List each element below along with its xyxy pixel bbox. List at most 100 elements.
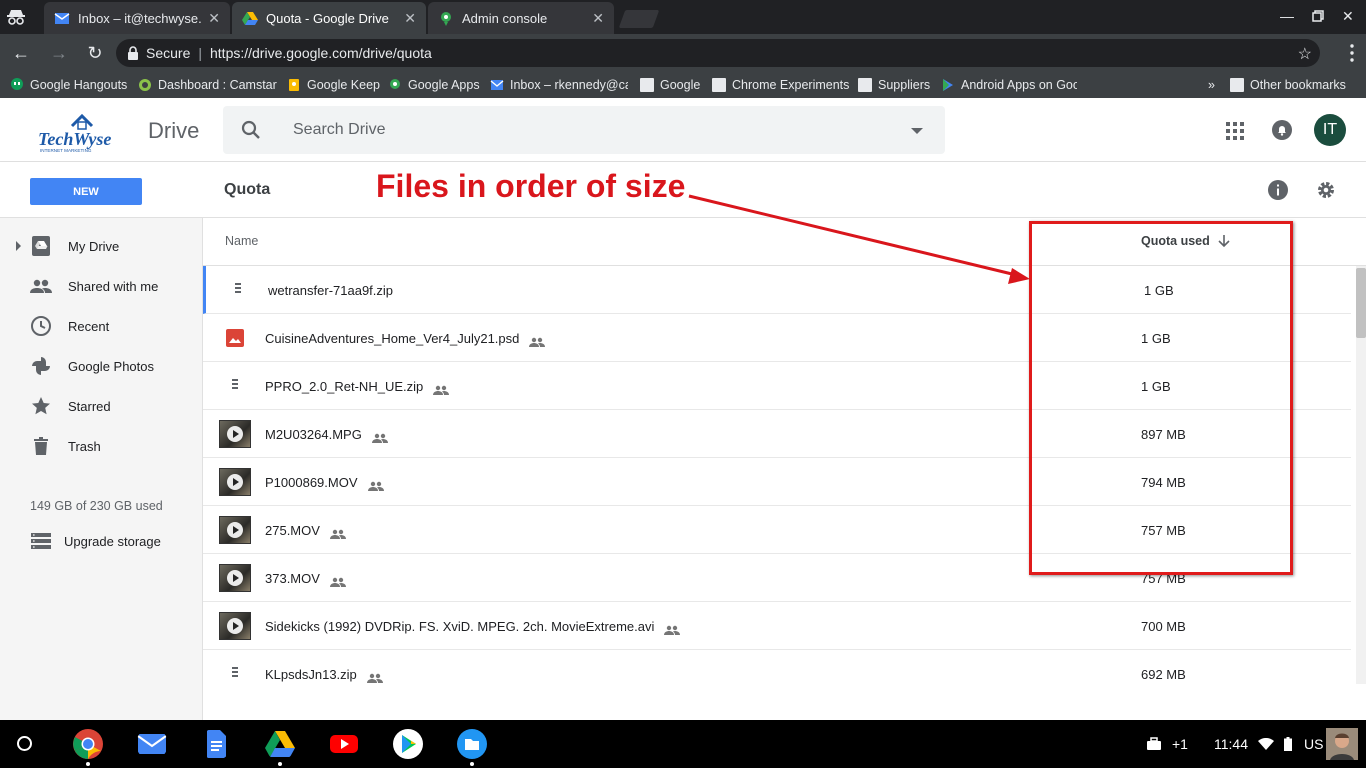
bookmark-folder-chrome-experiments[interactable]: Chrome Experiments	[712, 76, 849, 94]
chrome-menu-icon[interactable]	[1350, 44, 1354, 62]
settings-gear-icon[interactable]	[1316, 180, 1336, 200]
shared-people-icon	[367, 479, 384, 491]
launcher-icon[interactable]	[17, 736, 32, 751]
sidebar-item-google-photos[interactable]: Google Photos	[0, 346, 203, 386]
bookmark-inbox-rkennedy[interactable]: Inbox – rkennedy@ca	[490, 76, 628, 94]
tab-title: Inbox – it@techwyse.co	[78, 10, 203, 26]
logo-subtext: INTERNET MARKETING	[40, 148, 92, 153]
storage-usage-text: 149 GB of 230 GB used	[30, 499, 163, 513]
new-tab-button[interactable]	[618, 10, 660, 28]
tab-title: Admin console	[462, 10, 548, 26]
file-name-text: KLpsdsJn13.zip	[265, 667, 357, 682]
browser-toolbar: ← → ↻ Secure | https://drive.google.com/…	[0, 34, 1366, 72]
close-tab-icon[interactable]: ✕	[592, 10, 604, 27]
notifications-bell-icon[interactable]	[1272, 120, 1292, 140]
bookmark-label: Google Hangouts	[30, 78, 128, 92]
close-tab-icon[interactable]: ✕	[208, 10, 220, 27]
user-avatar[interactable]	[1326, 728, 1358, 760]
close-tab-icon[interactable]: ✕	[404, 10, 416, 27]
notification-tray[interactable]: +1	[1146, 720, 1188, 768]
keep-icon	[289, 79, 299, 91]
google-play-icon	[943, 79, 953, 91]
video-thumbnail-icon	[219, 418, 251, 450]
bookmark-dashboard-camstar[interactable]: Dashboard : Camstar	[138, 76, 277, 94]
bookmarks-overflow-button[interactable]: »	[1208, 76, 1215, 94]
search-options-dropdown-icon[interactable]	[911, 128, 923, 134]
bookmark-label: Other bookmarks	[1250, 78, 1346, 92]
admin-console-icon	[441, 12, 451, 26]
minimize-icon[interactable]: —	[1280, 8, 1294, 24]
bookmark-android-apps[interactable]: Android Apps on Goo	[941, 76, 1077, 94]
bookmark-google-hangouts[interactable]: Google Hangouts	[10, 76, 127, 94]
sidebar-item-recent[interactable]: Recent	[0, 306, 203, 346]
inbox-app-icon[interactable]	[136, 728, 168, 760]
expand-arrow-icon[interactable]	[16, 241, 21, 251]
apps-grid-icon[interactable]	[1226, 122, 1244, 140]
table-row[interactable]: KLpsdsJn13.zip 692 MB	[203, 650, 1351, 684]
files-app-icon[interactable]	[456, 728, 488, 760]
logo-text: TechWyse	[38, 129, 111, 149]
maximize-icon[interactable]	[1312, 10, 1324, 22]
file-name: 275.MOV	[265, 523, 346, 539]
back-arrow-icon[interactable]: ←	[10, 42, 32, 64]
running-indicator	[278, 762, 282, 766]
scrollbar-thumb[interactable]	[1356, 268, 1366, 338]
search-icon[interactable]	[241, 120, 261, 140]
bookmark-label: Google Keep	[307, 78, 380, 92]
app-name[interactable]: Drive	[148, 118, 199, 144]
star-icon	[32, 397, 50, 415]
lock-icon	[128, 46, 138, 60]
table-row[interactable]: Sidekicks (1992) DVDRip. FS. XviD. MPEG.…	[203, 602, 1351, 650]
sidebar-item-label: Shared with me	[68, 278, 159, 294]
bookmark-other-bookmarks[interactable]: Other bookmarks	[1230, 76, 1346, 94]
address-bar[interactable]: Secure | https://drive.google.com/drive/…	[116, 39, 1320, 67]
sidebar-item-label: Google Photos	[68, 358, 155, 374]
youtube-icon[interactable]	[328, 728, 360, 760]
bookmark-label: Inbox – rkennedy@ca	[510, 78, 628, 92]
bookmark-folder-suppliers[interactable]: Suppliers	[858, 76, 930, 94]
annotation-callout-text: Files in order of size	[376, 168, 686, 204]
sidebar-item-trash[interactable]: Trash	[0, 426, 203, 466]
shared-people-icon	[329, 527, 346, 539]
column-header-name[interactable]: Name	[225, 234, 258, 248]
bookmark-label: Google Apps	[408, 78, 480, 92]
tab-google-drive[interactable]: Quota - Google Drive ✕	[232, 2, 426, 34]
google-drive-icon[interactable]	[264, 728, 296, 760]
sidebar-item-starred[interactable]: Starred	[0, 386, 203, 426]
bookmark-google-apps[interactable]: Google Apps	[388, 76, 480, 94]
sidebar-item-shared-with-me[interactable]: Shared with me	[0, 266, 203, 306]
tab-inbox[interactable]: Inbox – it@techwyse.co ✕	[44, 2, 230, 34]
bookmark-star-icon[interactable]: ☆	[1298, 44, 1312, 64]
file-name-text: M2U03264.MPG	[265, 427, 362, 442]
close-window-icon[interactable]: ✕	[1342, 8, 1354, 25]
search-input[interactable]	[293, 118, 893, 142]
reload-icon[interactable]: ↻	[84, 42, 106, 64]
upgrade-storage-link[interactable]: Upgrade storage	[30, 530, 161, 552]
file-name-text: 373.MOV	[265, 571, 320, 586]
sidebar-item-my-drive[interactable]: My Drive	[0, 226, 203, 266]
info-icon[interactable]	[1268, 180, 1288, 200]
running-indicator	[86, 762, 90, 766]
bookmark-google-keep[interactable]: Google Keep	[287, 76, 380, 94]
url-text[interactable]: https://drive.google.com/drive/quota	[210, 45, 432, 61]
status-area[interactable]: 11:44 US	[1214, 720, 1323, 768]
new-button[interactable]: NEW	[30, 178, 142, 205]
google-play-store-icon[interactable]	[392, 728, 424, 760]
bookmark-folder-google[interactable]: Google	[640, 76, 700, 94]
file-name-text: 275.MOV	[265, 523, 320, 538]
chrome-browser-icon[interactable]	[72, 728, 104, 760]
file-name: P1000869.MOV	[265, 475, 384, 491]
folder-icon	[712, 78, 726, 92]
shared-people-icon	[433, 383, 450, 395]
techwyse-logo[interactable]: TechWyse INTERNET MARKETING	[36, 108, 128, 154]
account-avatar[interactable]: IT	[1314, 114, 1346, 146]
notification-count: +1	[1172, 736, 1188, 752]
tab-admin-console[interactable]: Admin console ✕	[428, 2, 614, 34]
briefcase-icon	[1147, 737, 1161, 750]
sidebar-item-label: Recent	[68, 318, 110, 334]
search-box[interactable]	[223, 106, 945, 154]
shared-people-icon	[529, 335, 546, 347]
google-docs-icon[interactable]	[200, 728, 232, 760]
forward-arrow-icon[interactable]: →	[48, 42, 70, 64]
video-thumbnail-icon	[219, 466, 251, 498]
